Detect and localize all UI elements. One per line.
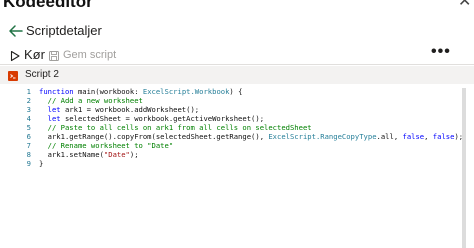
close-icon[interactable]: ✕ (458, 0, 471, 12)
save-icon (48, 49, 60, 61)
code-line[interactable]: // Add a new worksheet (39, 96, 143, 105)
line-number: 8 (26, 150, 31, 159)
code-line[interactable]: function main(workbook: ExcelScript.Work… (39, 87, 242, 96)
code-line[interactable]: // Paste to all cells on ark1 from all c… (39, 123, 312, 132)
line-number: 7 (26, 141, 31, 150)
run-button[interactable]: Kør (24, 47, 45, 63)
code-line[interactable]: // Rename worksheet to "Date" (39, 141, 174, 150)
code-token: ); (129, 150, 139, 159)
code-token: ExcelScript.RangeCopyType (268, 132, 377, 141)
code-token: ark1.setName( (39, 150, 104, 159)
code-token: selectedSheet = workbook.getActiveWorksh… (64, 114, 265, 123)
code-token: let (39, 114, 65, 123)
line-number: 2 (26, 96, 31, 105)
code-token: , (424, 132, 433, 141)
script-name: Script 2 (25, 69, 59, 80)
code-line[interactable]: } (39, 159, 43, 168)
code-token: main(workbook: (77, 87, 143, 96)
code-line[interactable]: ark1.getRange().copyFrom(selectedSheet.g… (39, 132, 463, 141)
code-token: false (402, 132, 425, 141)
code-token: // Add a new worksheet (39, 96, 143, 105)
code-token: // Rename worksheet to "Date" (39, 141, 174, 150)
code-token: false (432, 132, 455, 141)
line-number: 6 (26, 132, 31, 141)
code-token: .all, (376, 132, 403, 141)
save-script-button[interactable]: Gem script (63, 48, 116, 62)
window-title: Kodeeditor (3, 0, 93, 11)
line-number: 5 (26, 123, 31, 132)
code-token: ark1.getRange().copyFrom(selectedSheet.g… (39, 132, 269, 141)
line-number: 9 (26, 159, 31, 168)
script-icon (7, 69, 19, 81)
more-options-button[interactable]: ••• (431, 44, 451, 60)
code-token: ) { (229, 87, 243, 96)
code-line[interactable]: let selectedSheet = workbook.getActiveWo… (39, 114, 264, 123)
code-token: "Date" (103, 150, 130, 159)
play-icon[interactable] (9, 49, 21, 62)
script-tab[interactable] (0, 66, 474, 84)
code-token: let (39, 105, 65, 114)
breadcrumb: Scriptdetaljer (26, 23, 102, 38)
code-token: ExcelScript.Workbook (142, 87, 230, 96)
code-token: // Paste to all cells on ark1 from all c… (39, 123, 312, 132)
back-arrow-icon[interactable] (8, 24, 24, 38)
line-number: 1 (26, 87, 31, 96)
code-line[interactable]: let ark1 = workbook.addWorksheet(); (39, 105, 199, 114)
code-line[interactable]: ark1.setName("Date"); (39, 150, 139, 159)
line-number: 3 (26, 105, 31, 114)
toolbar-divider (0, 64, 474, 65)
code-token: ark1 = workbook.addWorksheet(); (64, 105, 200, 114)
code-token: function (39, 87, 78, 96)
line-number: 4 (26, 114, 31, 123)
vertical-scrollbar-thumb[interactable] (462, 88, 466, 248)
code-token: } (39, 159, 44, 168)
